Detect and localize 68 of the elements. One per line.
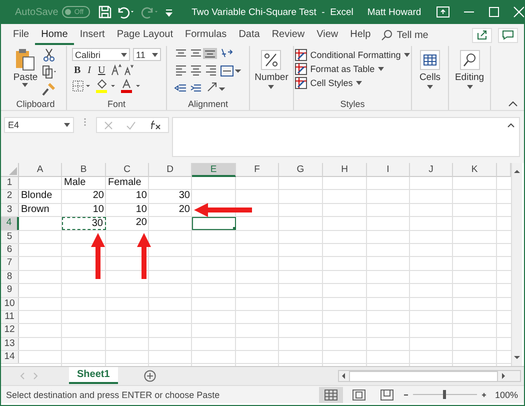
zoom-level[interactable]: 100% [494, 390, 518, 400]
ribbon-tab[interactable]: Insert [74, 25, 111, 45]
column-header[interactable]: K [453, 163, 497, 177]
column-header[interactable]: B [62, 163, 106, 177]
table-cell[interactable]: Brown [19, 204, 62, 216]
autosave-label: AutoSave [15, 6, 58, 18]
table-cell[interactable]: 10 [62, 204, 106, 216]
font-size-field[interactable]: 11 [133, 48, 161, 61]
ribbon-tab[interactable]: Page Layout [110, 25, 179, 45]
editing-button[interactable]: Editing [454, 50, 484, 89]
row-header[interactable]: 10 [1, 298, 19, 310]
table-cell[interactable]: 10 [106, 204, 149, 216]
name-box[interactable]: E4 [4, 117, 74, 133]
table-cell[interactable]: 20 [149, 204, 192, 216]
row-header[interactable]: 6 [1, 244, 19, 256]
group-label: Clipboard [16, 99, 55, 109]
table-cell[interactable]: Blonde [19, 190, 62, 203]
column-header[interactable]: E [192, 163, 236, 177]
row-header[interactable]: 14 [1, 351, 19, 364]
paste-button[interactable]: Paste [13, 48, 38, 96]
underline-button[interactable]: U [96, 64, 108, 76]
table-cell[interactable]: Male [62, 177, 106, 190]
font-name-field[interactable]: Calibri [72, 48, 130, 61]
window-title: Two Variable Chi-Square Test - Excel [192, 6, 354, 18]
column-header[interactable]: A [19, 163, 62, 177]
column-header[interactable]: C [106, 163, 149, 177]
column-header[interactable]: J [410, 163, 453, 177]
italic-button[interactable]: I [86, 64, 94, 76]
row-header[interactable]: 8 [1, 270, 19, 284]
row-header[interactable]: 13 [1, 338, 19, 350]
cells-button[interactable]: Cells [419, 50, 441, 89]
table-cell[interactable]: 20 [62, 190, 106, 203]
styles-menu-button[interactable]: Format as Table [295, 63, 384, 75]
row-header[interactable]: 11 [1, 310, 19, 324]
group-label: Styles [340, 99, 365, 109]
user-name[interactable]: Matt Howard [367, 6, 422, 18]
table-cell[interactable]: Female [106, 177, 149, 190]
bold-button[interactable]: B [72, 64, 83, 76]
group-label: Alignment [188, 99, 228, 109]
styles-menu-button[interactable]: Cell Styles [295, 77, 362, 89]
row-header[interactable]: 1 [1, 177, 19, 190]
column-header[interactable]: G [279, 163, 323, 177]
ribbon-tab[interactable]: Data [232, 25, 266, 45]
ribbon-tab[interactable]: Review [266, 25, 311, 45]
table-cell[interactable]: 30 [62, 217, 106, 230]
column-header[interactable]: I [367, 163, 410, 177]
table-cell[interactable]: 30 [149, 190, 192, 203]
column-header[interactable]: F [236, 163, 279, 177]
status-message: Select destination and press ENTER or choose Paste [6, 390, 220, 400]
row-header[interactable]: 3 [1, 204, 19, 216]
row-header[interactable]: 7 [1, 257, 19, 270]
ribbon-tab[interactable]: View [310, 25, 344, 45]
row-header[interactable]: 5 [1, 230, 19, 243]
row-header[interactable]: 9 [1, 284, 19, 297]
column-header[interactable]: H [323, 163, 367, 177]
styles-menu-button[interactable]: Conditional Formatting [295, 49, 410, 61]
table-cell[interactable]: 20 [106, 217, 149, 230]
ribbon-tab[interactable]: File [7, 25, 36, 45]
ribbon-tab[interactable]: Formulas [179, 25, 233, 45]
row-header[interactable]: 4 [1, 217, 19, 230]
row-header[interactable]: 12 [1, 324, 19, 337]
number-button[interactable]: Number [254, 50, 288, 89]
table-cell[interactable]: 10 [106, 190, 149, 203]
row-header[interactable]: 2 [1, 190, 19, 203]
tell-me-field[interactable]: Tell me [396, 30, 428, 40]
sheet-tab[interactable]: Sheet1 [69, 367, 118, 384]
group-label: Font [107, 99, 126, 109]
ribbon-tab[interactable]: Help [344, 25, 377, 45]
